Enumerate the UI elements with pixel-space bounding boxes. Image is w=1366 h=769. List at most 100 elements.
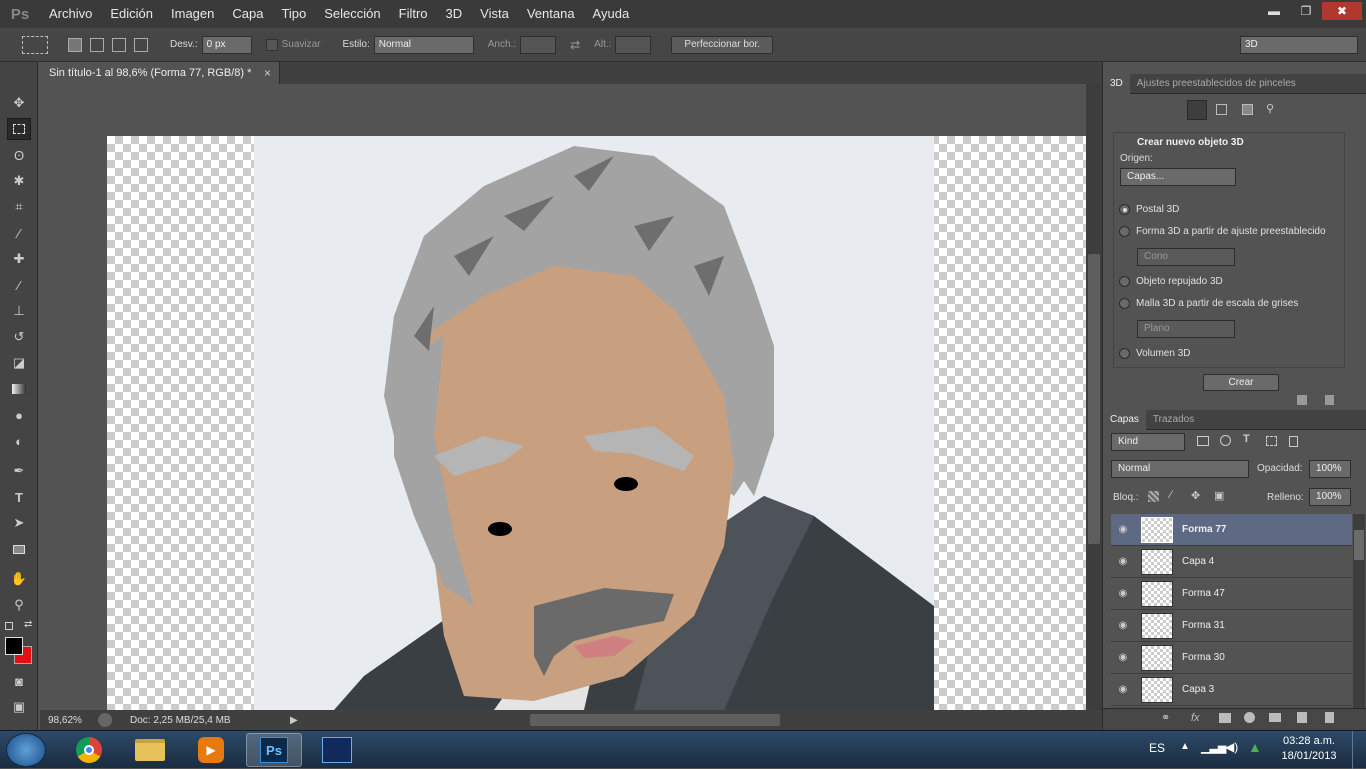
menu-ventana[interactable]: Ventana xyxy=(518,0,584,28)
link-layers-icon[interactable]: ⚭ xyxy=(1161,711,1170,724)
restore-button[interactable]: ❐ xyxy=(1290,2,1322,20)
eraser-tool-icon[interactable]: ◪ xyxy=(7,352,31,374)
dodge-tool-icon[interactable]: ◐ xyxy=(7,430,31,452)
blend-mode-select[interactable]: Normal xyxy=(1111,460,1249,478)
canvas-vertical-scrollbar[interactable] xyxy=(1086,84,1102,710)
layer-row[interactable]: ◉ Forma 30 xyxy=(1111,642,1352,674)
pen-tool-icon[interactable]: ✒ xyxy=(7,460,31,482)
close-button[interactable]: ✖ xyxy=(1322,2,1362,20)
radio-volume[interactable] xyxy=(1119,348,1130,359)
visibility-eye-icon[interactable]: ◉ xyxy=(1111,524,1135,535)
delete-3d-icon[interactable] xyxy=(1325,395,1334,405)
origin-select[interactable]: Capas... xyxy=(1120,168,1236,186)
canvas-area[interactable] xyxy=(40,84,1086,710)
type-tool-icon[interactable]: T xyxy=(7,486,31,508)
path-selection-tool-icon[interactable]: ➤ xyxy=(7,512,31,534)
visibility-eye-icon[interactable]: ◉ xyxy=(1111,588,1135,599)
width-input[interactable] xyxy=(520,35,557,54)
marquee-tool-preset-icon[interactable] xyxy=(22,35,48,54)
option-volume[interactable]: Volumen 3D xyxy=(1119,348,1190,359)
foreground-color-swatch[interactable] xyxy=(5,637,23,655)
eyedropper-tool-icon[interactable]: ⁄ xyxy=(7,222,31,244)
refine-edge-button[interactable]: Perfeccionar bor. xyxy=(671,35,774,54)
create-3d-button[interactable]: Crear xyxy=(1203,374,1279,391)
filter-smart-object-icon[interactable] xyxy=(1289,436,1298,447)
lock-pixels-icon[interactable]: ∕ xyxy=(1170,489,1172,501)
minimize-button[interactable]: ▬ xyxy=(1258,2,1290,20)
new-3d-object-icon[interactable] xyxy=(1297,395,1307,405)
blur-tool-icon[interactable]: ● xyxy=(7,404,31,426)
menu-3d[interactable]: 3D xyxy=(437,0,472,28)
layer-row[interactable]: ◉ Capa 3 xyxy=(1111,674,1352,706)
menu-ayuda[interactable]: Ayuda xyxy=(584,0,639,28)
option-extrusion[interactable]: Objeto repujado 3D xyxy=(1119,276,1223,287)
start-button[interactable] xyxy=(6,733,46,767)
visibility-eye-icon[interactable]: ◉ xyxy=(1111,684,1135,695)
3d-light-filter-icon[interactable]: ⚲ xyxy=(1266,102,1274,115)
lock-transparent-icon[interactable] xyxy=(1148,491,1159,502)
height-input[interactable] xyxy=(615,35,652,54)
layer-kind-filter[interactable]: Kind xyxy=(1111,433,1185,451)
taskbar-chrome[interactable] xyxy=(61,733,117,767)
style-select[interactable]: Normal xyxy=(373,35,474,54)
quick-mask-icon[interactable]: ◙ xyxy=(7,670,31,692)
volume-icon[interactable]: ◀) xyxy=(1225,740,1238,754)
menu-capa[interactable]: Capa xyxy=(223,0,272,28)
screen-mode-icon[interactable]: ▣ xyxy=(7,696,31,718)
menu-imagen[interactable]: Imagen xyxy=(162,0,223,28)
opacity-input[interactable]: 100% xyxy=(1309,460,1351,478)
lasso-tool-icon[interactable]: ʘ xyxy=(7,144,31,166)
menu-tipo[interactable]: Tipo xyxy=(272,0,315,28)
layer-row[interactable]: ◉ Forma 31 xyxy=(1111,610,1352,642)
clone-stamp-tool-icon[interactable]: ⊥ xyxy=(7,300,31,322)
filter-pixel-icon[interactable] xyxy=(1197,436,1209,446)
horizontal-scrollbar[interactable] xyxy=(304,714,1030,726)
hand-tool-icon[interactable]: ✋ xyxy=(7,568,31,590)
taskbar-media-player[interactable]: ▶ xyxy=(183,733,239,767)
drive-sync-icon[interactable]: ▲ xyxy=(1248,739,1262,755)
subtract-selection-icon[interactable] xyxy=(112,37,126,52)
lock-position-icon[interactable]: ✥ xyxy=(1191,489,1200,502)
mesh-preset-select[interactable]: Plano xyxy=(1137,320,1235,338)
layers-scrollbar[interactable] xyxy=(1353,514,1365,708)
add-selection-icon[interactable] xyxy=(90,37,104,52)
taskbar-app-window[interactable] xyxy=(309,733,365,767)
brush-tool-icon[interactable]: ∕ xyxy=(7,274,31,296)
delete-layer-icon[interactable] xyxy=(1325,712,1334,723)
radio-extrusion[interactable] xyxy=(1119,276,1130,287)
intersect-selection-icon[interactable] xyxy=(134,37,148,52)
status-info-icon[interactable] xyxy=(98,713,112,727)
zoom-tool-icon[interactable]: ⚲ xyxy=(7,594,31,616)
new-layer-icon[interactable] xyxy=(1297,712,1307,723)
zoom-level[interactable]: 98,62% xyxy=(48,715,94,726)
move-tool-icon[interactable]: ✥ xyxy=(7,92,31,114)
antialias-checkbox[interactable] xyxy=(265,38,278,51)
3d-material-filter-icon[interactable] xyxy=(1242,104,1253,115)
status-menu-arrow-icon[interactable]: ▶ xyxy=(290,715,298,726)
menu-vista[interactable]: Vista xyxy=(471,0,518,28)
layer-row[interactable]: ◉ Forma 77 xyxy=(1111,514,1352,546)
taskbar-explorer[interactable] xyxy=(122,733,178,767)
radio-shape-preset[interactable] xyxy=(1119,226,1130,237)
feather-input[interactable]: 0 px xyxy=(201,35,252,54)
radio-postcard-3d[interactable] xyxy=(1119,204,1130,215)
layer-row[interactable]: ◉ Forma 47 xyxy=(1111,578,1352,610)
option-postcard-3d[interactable]: Postal 3D xyxy=(1119,204,1179,215)
radio-grayscale-mesh[interactable] xyxy=(1119,298,1130,309)
visibility-eye-icon[interactable]: ◉ xyxy=(1111,556,1135,567)
tab-3d[interactable]: 3D xyxy=(1103,73,1130,94)
rect-marquee-tool-icon[interactable] xyxy=(7,118,31,140)
language-indicator[interactable]: ES xyxy=(1149,741,1165,755)
taskbar-photoshop[interactable]: Ps xyxy=(246,733,302,767)
filter-shape-icon[interactable] xyxy=(1266,436,1277,446)
default-colors-icon[interactable] xyxy=(5,622,13,630)
adjustment-layer-icon[interactable] xyxy=(1244,712,1255,723)
crop-tool-icon[interactable]: ⌗ xyxy=(7,196,31,218)
filter-type-icon[interactable]: T xyxy=(1243,433,1250,445)
fill-input[interactable]: 100% xyxy=(1309,488,1351,506)
filter-adjustment-icon[interactable] xyxy=(1220,435,1231,446)
layer-row[interactable]: ◉ Capa 4 xyxy=(1111,546,1352,578)
tab-paths[interactable]: Trazados xyxy=(1146,410,1201,430)
clock-time[interactable]: 03:28 a.m. xyxy=(1280,735,1338,747)
clock-date[interactable]: 18/01/2013 xyxy=(1280,750,1338,762)
